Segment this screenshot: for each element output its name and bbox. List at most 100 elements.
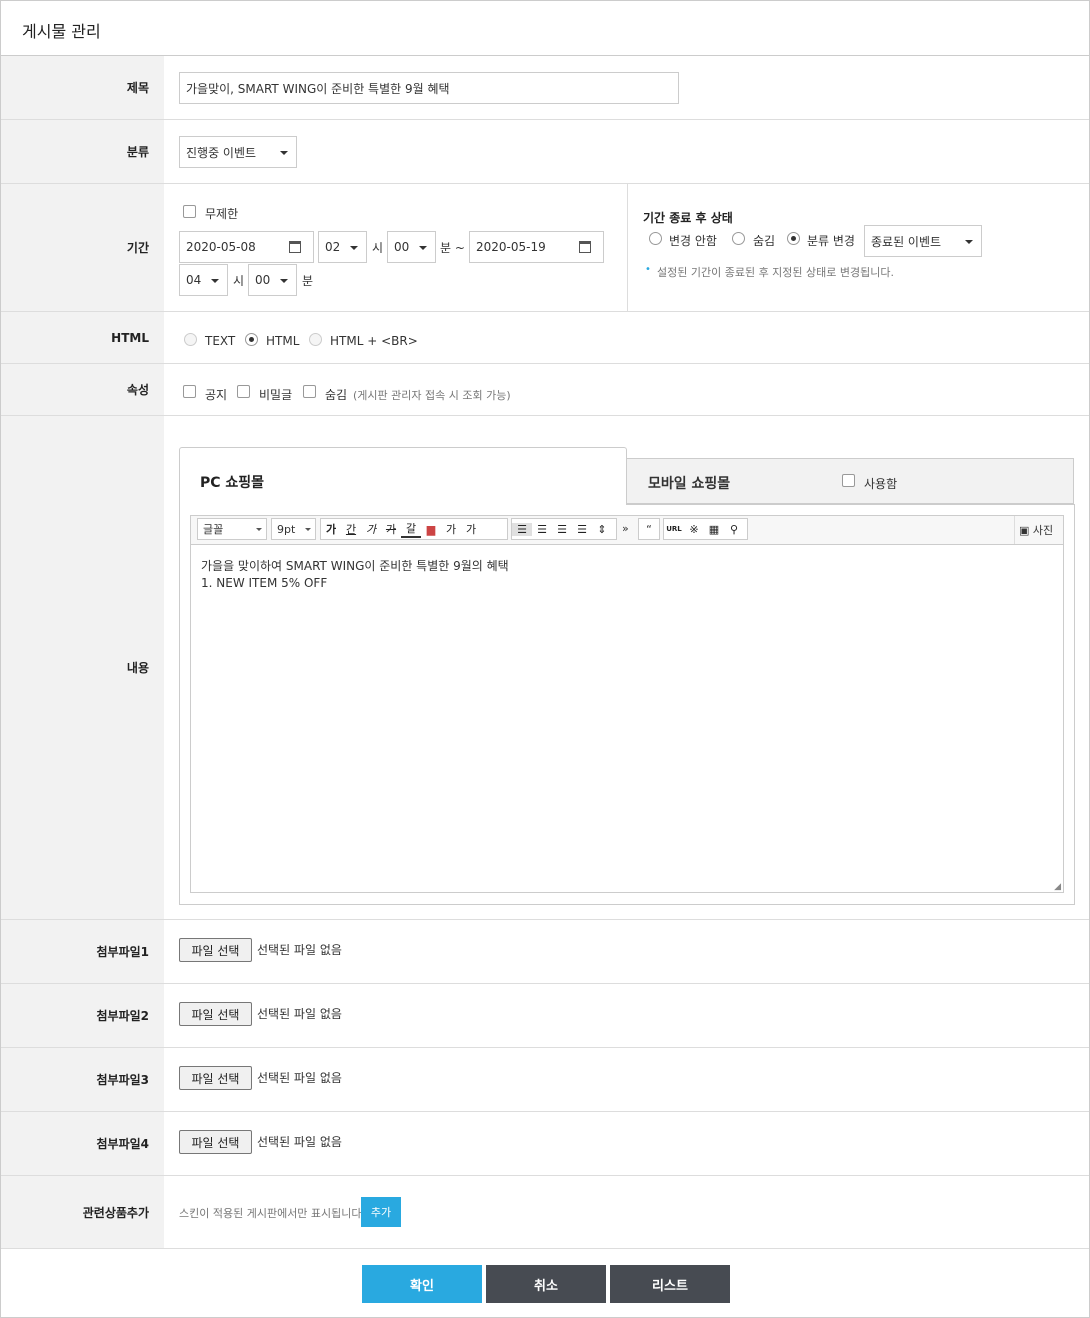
after-hide-radio[interactable]	[732, 232, 745, 245]
size-select[interactable]: 9pt	[271, 518, 316, 540]
content-line-1: 가을을 맞이하여 SMART WING이 준비한 특별한 9월의 혜택	[201, 559, 509, 573]
hour-unit-end: 시	[233, 274, 245, 288]
file-select-button-4[interactable]: 파일 선택	[179, 1130, 252, 1154]
unlimited-checkbox[interactable]	[183, 205, 196, 218]
format-button-group: 가 간 가 가 갈 ▆ 가 가	[320, 518, 508, 540]
row-file-4: 첨부파일4 파일 선택 선택된 파일 없음	[1, 1112, 1089, 1176]
tab-pc[interactable]: PC 쇼핑몰	[179, 447, 627, 505]
line-height-icon[interactable]: ⇕	[592, 523, 612, 536]
align-left-icon[interactable]: ☰	[512, 522, 532, 536]
html-text-radio[interactable]	[184, 333, 197, 346]
related-add-button[interactable]: 추가	[361, 1197, 401, 1227]
start-date-input[interactable]: 2020-05-08	[179, 231, 314, 263]
start-hour-select[interactable]: 02	[318, 231, 367, 263]
label-file-1: 첨부파일1	[1, 920, 164, 983]
end-date-input[interactable]: 2020-05-19	[469, 231, 604, 263]
confirm-button[interactable]: 확인	[362, 1265, 482, 1303]
hide-checkbox[interactable]	[303, 385, 316, 398]
html-text-label: TEXT	[205, 334, 236, 348]
tab-pc-label: PC 쇼핑몰	[200, 475, 265, 491]
after-category-value: 종료된 이벤트	[871, 234, 942, 249]
label-file-4: 첨부파일4	[1, 1112, 164, 1175]
bold-button[interactable]: 가	[321, 521, 341, 537]
italic-button[interactable]: 가	[361, 521, 381, 537]
file-select-button-1[interactable]: 파일 선택	[179, 938, 252, 962]
tab-mobile-label: 모바일 쇼핑몰	[648, 476, 731, 492]
chevron-down-icon	[280, 279, 288, 283]
content-line-2: 1. NEW ITEM 5% OFF	[201, 576, 328, 590]
after-category-select[interactable]: 종료된 이벤트	[864, 225, 982, 257]
end-min-value: 00	[255, 273, 271, 287]
row-period: 기간 무제한 2020-05-08 02 시 00 분 ~ 2020-05-19…	[1, 184, 1089, 312]
chevron-down-icon	[350, 246, 358, 250]
after-hide-label: 숨김	[753, 234, 776, 248]
board-post-manage-panel: 게시물 관리 제목 가을맞이, SMART WING이 준비한 특별한 9월 혜…	[0, 0, 1090, 1318]
quote-button[interactable]: “	[638, 518, 660, 540]
camera-icon: ▣	[1019, 524, 1030, 537]
subscript-button[interactable]: 가	[461, 521, 481, 537]
more-tools-icon[interactable]: »	[622, 522, 629, 535]
page-title: 게시물 관리	[22, 22, 101, 41]
font-select[interactable]: 글꼴	[197, 518, 267, 540]
notice-label: 공지	[205, 388, 228, 402]
subject-input[interactable]: 가을맞이, SMART WING이 준비한 특별한 9월 혜택	[179, 72, 679, 104]
underline-button[interactable]: 간	[341, 521, 361, 537]
file-select-button-2[interactable]: 파일 선택	[179, 1002, 252, 1026]
calendar-icon[interactable]	[579, 241, 591, 253]
after-status-note: 설정된 기간이 종료된 후 지정된 상태로 변경됩니다.	[657, 266, 894, 279]
tab-mobile[interactable]: 모바일 쇼핑몰 사용함	[626, 458, 1074, 504]
start-min-select[interactable]: 00	[387, 231, 436, 263]
align-justify-icon[interactable]: ☰	[572, 523, 592, 536]
label-file-2: 첨부파일2	[1, 984, 164, 1047]
align-center-icon[interactable]: ☰	[532, 523, 552, 536]
start-date-value: 2020-05-08	[186, 240, 256, 254]
cancel-button[interactable]: 취소	[486, 1265, 606, 1303]
row-html: HTML TEXT HTML HTML + <BR>	[1, 312, 1089, 364]
align-right-icon[interactable]: ☰	[552, 523, 572, 536]
calendar-icon[interactable]	[289, 241, 301, 253]
highlight-icon[interactable]: ▆	[421, 523, 441, 536]
insert-button-group: URL ※ ▦ ⚲	[663, 518, 748, 540]
strike-button[interactable]: 가	[381, 521, 401, 537]
after-change-radio[interactable]	[787, 232, 800, 245]
list-button[interactable]: 리스트	[610, 1265, 730, 1303]
notice-checkbox[interactable]	[183, 385, 196, 398]
hour-unit: 시	[372, 241, 384, 255]
related-note: 스킨이 적용된 게시판에서만 표시됩니다.	[179, 1207, 366, 1220]
html-br-radio[interactable]	[309, 333, 322, 346]
file-select-button-3[interactable]: 파일 선택	[179, 1066, 252, 1090]
chevron-down-icon	[305, 528, 311, 531]
superscript-button[interactable]: 가	[441, 521, 461, 537]
photo-label: 사진	[1032, 524, 1054, 537]
table-icon[interactable]: ▦	[704, 523, 724, 536]
after-nochange-label: 변경 안함	[669, 234, 717, 248]
fontcolor-button[interactable]: 갈	[401, 520, 421, 538]
row-file-1: 첨부파일1 파일 선택 선택된 파일 없음	[1, 920, 1089, 984]
panel-header: 게시물 관리	[1, 1, 1089, 56]
tab-border	[626, 504, 1075, 505]
html-html-radio[interactable]	[245, 333, 258, 346]
end-hour-select[interactable]: 04	[179, 264, 228, 296]
html-br-label: HTML + <BR>	[330, 334, 418, 348]
photo-button[interactable]: ▣ 사진	[1019, 522, 1053, 538]
after-nochange-radio[interactable]	[649, 232, 662, 245]
file-status-4: 선택된 파일 없음	[257, 1135, 342, 1149]
mobile-use-checkbox[interactable]	[842, 474, 855, 487]
search-button[interactable]: ⚲	[724, 523, 744, 536]
file-status-3: 선택된 파일 없음	[257, 1071, 342, 1085]
editor-textarea[interactable]: 가을을 맞이하여 SMART WING이 준비한 특별한 9월의 혜택 1. N…	[190, 545, 1064, 893]
label-category: 분류	[1, 120, 164, 183]
toolbar-divider	[1014, 516, 1015, 544]
special-char-button[interactable]: ※	[684, 523, 704, 536]
hide-note: (게시판 관리자 접속 시 조회 가능)	[353, 389, 511, 402]
secret-checkbox[interactable]	[237, 385, 250, 398]
label-file-3: 첨부파일3	[1, 1048, 164, 1111]
category-select-value: 진행중 이벤트	[186, 145, 257, 160]
chevron-down-icon	[256, 528, 262, 531]
end-min-select[interactable]: 00	[248, 264, 297, 296]
row-related: 관련상품추가 스킨이 적용된 게시판에서만 표시됩니다. 추가	[1, 1176, 1089, 1249]
url-button[interactable]: URL	[664, 525, 684, 533]
file-status-1: 선택된 파일 없음	[257, 943, 342, 957]
resize-handle-icon[interactable]: ◢	[1054, 882, 1061, 892]
category-select[interactable]: 진행중 이벤트	[179, 136, 297, 168]
